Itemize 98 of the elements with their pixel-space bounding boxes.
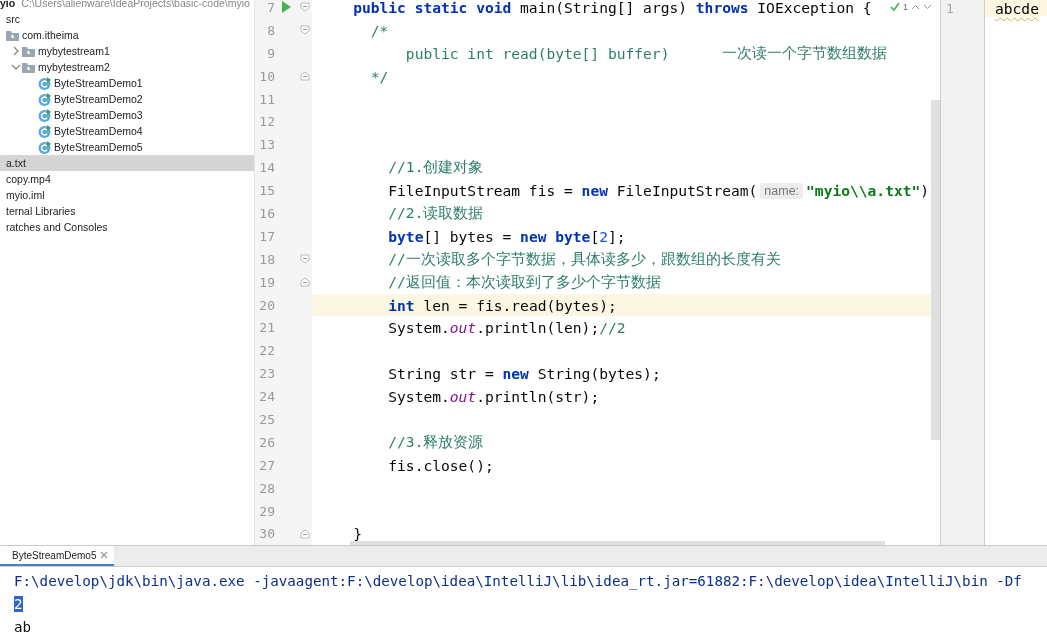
code-token: System. xyxy=(387,319,450,337)
code-token: new xyxy=(581,182,608,200)
line-number: 26 xyxy=(258,434,275,450)
project-name: yio xyxy=(0,0,16,9)
class-icon xyxy=(38,92,51,106)
code-token: byte xyxy=(387,227,424,245)
code-token: .println(len); xyxy=(476,319,600,337)
run-tab[interactable]: ByteStreamDemo5 xyxy=(0,546,115,566)
tree-item[interactable]: copy.mp4 xyxy=(0,171,254,187)
tree-item[interactable]: com.itheima xyxy=(0,27,254,43)
tree-item[interactable]: ternal Libraries xyxy=(0,203,254,219)
check-icon xyxy=(890,2,900,12)
tree-item[interactable]: ByteStreamDemo4 xyxy=(0,123,254,139)
code-token: ]; xyxy=(608,227,626,245)
package-icon xyxy=(22,61,35,73)
console-line: F:\develop\jdk\bin\java.exe -javaagent:F:\develop\idea\IntelliJ\lib\idea_rt.jar=61882:F:\develop\idea\IntelliJ\bin -Df xyxy=(14,572,1022,589)
code-token: public int read(byte[] buffer) xyxy=(404,44,670,62)
line-number: 18 xyxy=(258,251,275,267)
inspection-count: 1 xyxy=(903,2,908,12)
up-caret-icon xyxy=(911,3,920,11)
line-number: 30 xyxy=(258,526,275,542)
tree-item[interactable]: ByteStreamDemo3 xyxy=(0,107,254,123)
line-number: 15 xyxy=(258,183,275,199)
down-caret-icon xyxy=(923,3,932,11)
code-token: IOException { xyxy=(756,0,872,16)
scrollbar[interactable] xyxy=(931,100,940,440)
code-token: System. xyxy=(387,388,450,406)
code-token: main(String[] args) xyxy=(519,0,689,16)
tree-item[interactable]: ByteStreamDemo2 xyxy=(0,91,254,107)
tree-item[interactable]: a.txt xyxy=(0,155,254,171)
tree-item[interactable]: myio.iml xyxy=(0,187,254,203)
code-token: //2 xyxy=(599,319,626,337)
code-token: FileInputStream fis = xyxy=(387,182,574,200)
line-number: 7 xyxy=(266,0,275,15)
code-token: len = fis.read(bytes); xyxy=(422,296,617,314)
line-number: 23 xyxy=(258,366,275,382)
package-icon xyxy=(6,29,19,41)
project-path: C:\Users\alienware\IdeaProjects\basic-code\myio xyxy=(21,0,250,9)
class-icon xyxy=(38,140,51,154)
line-number: 14 xyxy=(258,160,275,176)
tree-item[interactable]: ByteStreamDemo1 xyxy=(0,75,254,91)
class-icon xyxy=(38,76,51,90)
code-token: new byte xyxy=(520,227,591,245)
code-token: FileInputStream( xyxy=(615,182,758,200)
line-number: 17 xyxy=(258,228,275,244)
tree-item[interactable]: ByteStreamDemo5 xyxy=(0,139,254,155)
line-number: 8 xyxy=(266,22,275,38)
code-token: //3.释放资源 xyxy=(387,432,484,452)
line-number: 11 xyxy=(258,91,275,107)
tree-item[interactable]: mybytestream1 xyxy=(0,43,254,59)
line-number: 13 xyxy=(258,137,275,153)
line-number: 19 xyxy=(258,274,275,290)
class-icon xyxy=(38,108,51,122)
line-number: 1 xyxy=(941,0,985,16)
code-token: fis.close(); xyxy=(387,456,494,474)
code-token: String str = xyxy=(387,365,495,383)
line-number: 29 xyxy=(258,503,275,519)
line-number: 22 xyxy=(258,343,275,359)
code-token: ) xyxy=(920,182,930,200)
code-token: */ xyxy=(369,67,389,85)
code-token: out xyxy=(449,319,477,337)
code-token: .println(str); xyxy=(476,388,600,406)
tree-item[interactable]: src xyxy=(0,11,254,27)
line-number: 10 xyxy=(258,68,275,84)
line-number: 27 xyxy=(258,457,275,473)
close-icon xyxy=(100,551,109,559)
line-number: 25 xyxy=(258,411,275,427)
code-token: [ xyxy=(590,227,600,245)
code-token: throws xyxy=(695,0,749,16)
code-token: 2 xyxy=(599,227,608,245)
code-token: int xyxy=(387,296,415,314)
code-token: [] bytes = xyxy=(423,227,513,245)
line-number: 28 xyxy=(258,480,275,496)
line-number: 12 xyxy=(258,114,275,130)
scrollbar[interactable] xyxy=(350,541,885,545)
class-icon xyxy=(38,124,51,138)
line-number: 21 xyxy=(258,320,275,336)
code-token: //一次读取多个字节数据，具体读多少，跟数组的长度有关 xyxy=(387,249,781,269)
code-token: "myio\\a.txt" xyxy=(806,182,921,200)
tree-item[interactable]: mybytestream2 xyxy=(0,59,254,75)
code-token: String(bytes); xyxy=(536,365,661,383)
parameter-hint: name: xyxy=(760,182,804,199)
code-token: /* xyxy=(369,21,389,39)
tree-item[interactable]: ratches and Consoles xyxy=(0,219,254,235)
code-token: out xyxy=(449,388,477,406)
code-token: } xyxy=(352,525,362,543)
code-token: //1.创建对象 xyxy=(387,158,484,178)
code-token: //2.读取数据 xyxy=(387,203,484,223)
code-token: public static void xyxy=(352,0,512,16)
console-line: ab xyxy=(14,618,32,635)
code-token: new xyxy=(502,365,529,383)
line-number: 20 xyxy=(258,297,275,313)
package-icon xyxy=(22,45,35,57)
line-number: 9 xyxy=(266,45,275,61)
line-number: 24 xyxy=(258,389,275,405)
code-token: //返回值：本次读取到了多少个字节数据 xyxy=(387,272,661,292)
code-token: 一次读一个字节数组数据 xyxy=(721,43,888,63)
line-number: 16 xyxy=(258,205,275,221)
